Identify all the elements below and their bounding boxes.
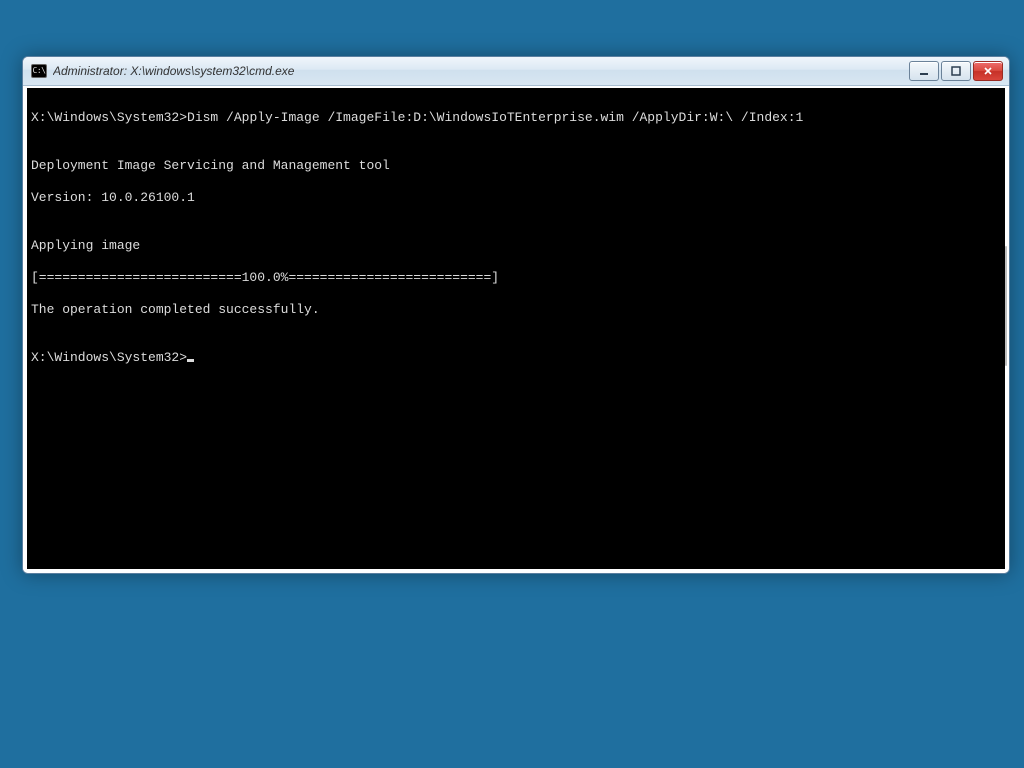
terminal-applying-line: Applying image — [31, 238, 997, 254]
cursor — [187, 359, 194, 362]
window-title: Administrator: X:\windows\system32\cmd.e… — [53, 64, 909, 78]
terminal-version-line: Version: 10.0.26100.1 — [31, 190, 997, 206]
terminal-tool-line: Deployment Image Servicing and Managemen… — [31, 158, 997, 174]
titlebar[interactable]: C:\ Administrator: X:\windows\system32\c… — [23, 57, 1009, 86]
terminal-line-command: X:\Windows\System32>Dism /Apply-Image /I… — [31, 110, 997, 126]
minimize-button[interactable] — [909, 61, 939, 81]
cmd-app-icon-glyph: C:\ — [33, 67, 46, 75]
client-area: X:\Windows\System32>Dism /Apply-Image /I… — [23, 86, 1009, 573]
maximize-button[interactable] — [941, 61, 971, 81]
prompt-2: X:\Windows\System32> — [31, 350, 187, 365]
terminal-prompt-idle: X:\Windows\System32> — [31, 350, 997, 366]
terminal-progress-line: [==========================100.0%=======… — [31, 270, 997, 286]
close-button[interactable] — [973, 61, 1003, 81]
terminal-success-line: The operation completed successfully. — [31, 302, 997, 318]
prompt-1: X:\Windows\System32> — [31, 110, 187, 125]
window-controls — [909, 61, 1003, 81]
minimize-icon — [919, 66, 929, 76]
maximize-icon — [951, 66, 961, 76]
scrollbar-thumb[interactable] — [1005, 246, 1007, 366]
cmd-window: C:\ Administrator: X:\windows\system32\c… — [22, 56, 1010, 574]
close-icon — [983, 66, 993, 76]
cmd-app-icon: C:\ — [31, 64, 47, 78]
terminal[interactable]: X:\Windows\System32>Dism /Apply-Image /I… — [27, 88, 1005, 569]
command-1: Dism /Apply-Image /ImageFile:D:\WindowsI… — [187, 110, 803, 125]
